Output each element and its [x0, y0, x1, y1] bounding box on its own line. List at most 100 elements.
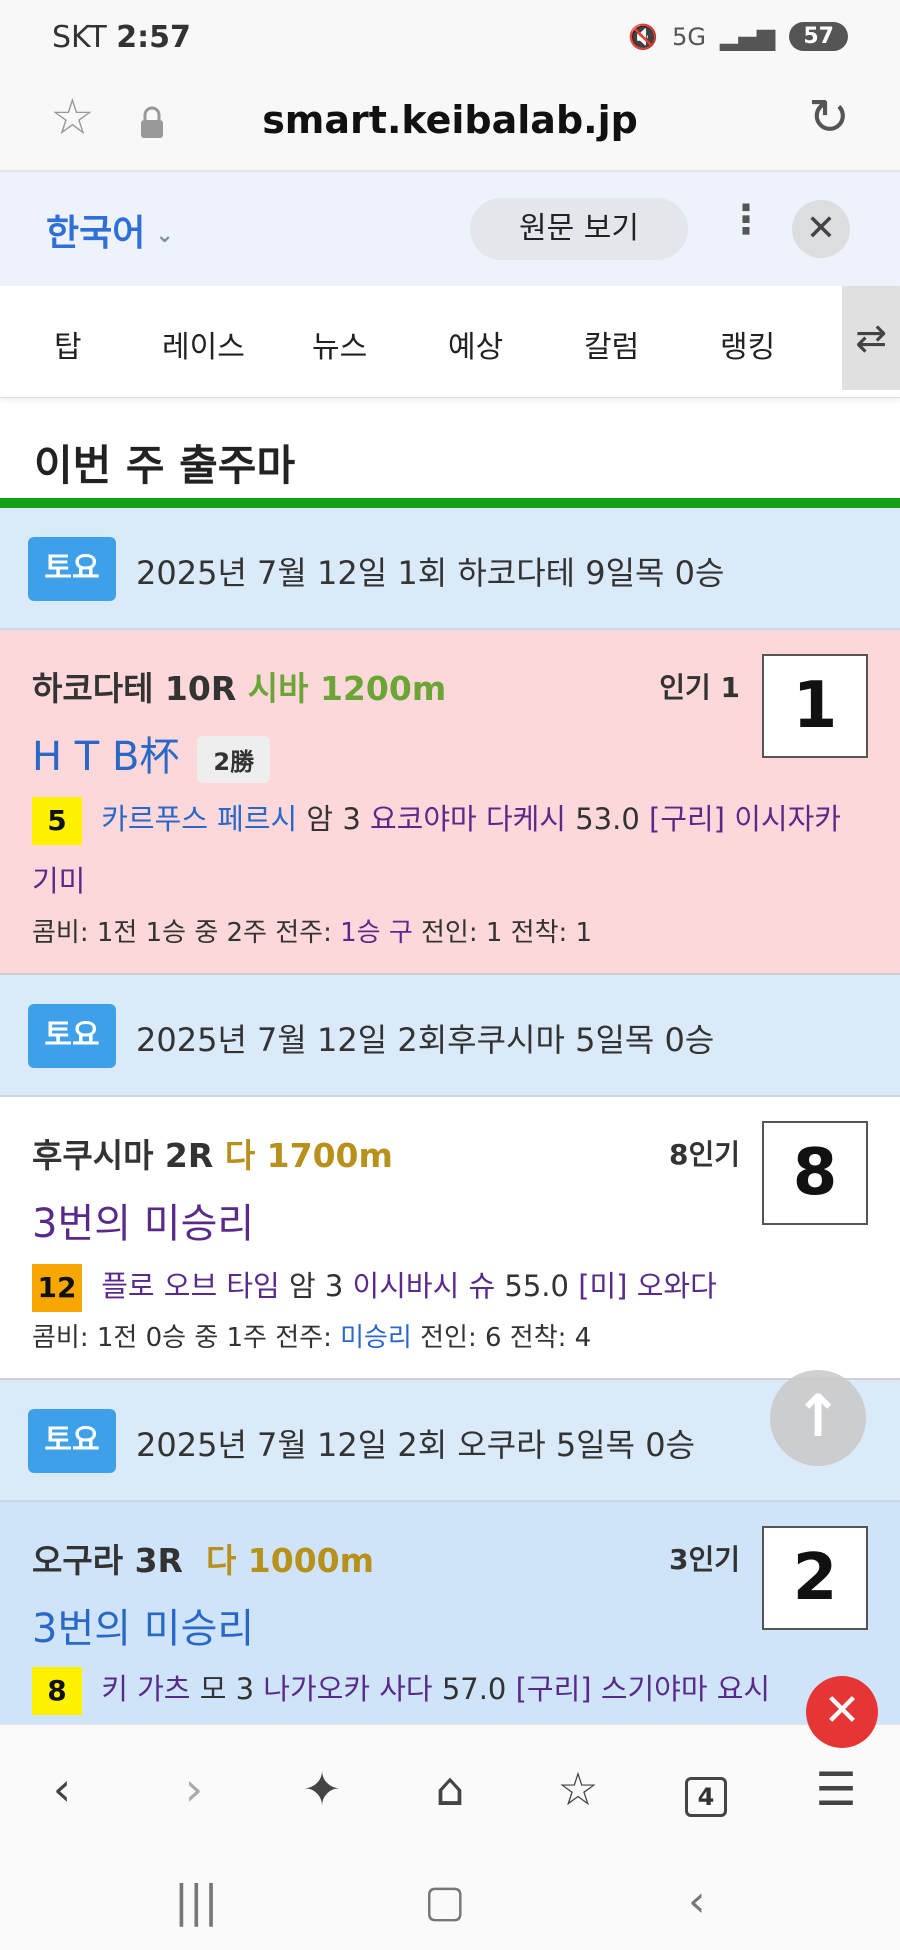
view-original-button[interactable]: 원문 보기	[470, 198, 688, 260]
jockey-name[interactable]: 요코야마 다케시	[370, 802, 566, 836]
battery-indicator: 57	[789, 22, 848, 51]
race-card[interactable]: 오구라 3R 다 1000m 3인기 2 3번의 미승리 8 키 가츠 모 3 …	[0, 1502, 900, 1724]
race-place: 오구라 3R	[32, 1541, 183, 1580]
browser-url-bar: ☆ smart.keibalab.jp ↻	[0, 80, 900, 172]
tab-top[interactable]: 탑	[54, 322, 82, 366]
sex-age: 암 3	[288, 1269, 344, 1303]
jockey-name[interactable]: 나가오카 사다	[263, 1672, 432, 1706]
close-translate-button[interactable]: ✕	[792, 200, 850, 258]
horse-name[interactable]: 플로 오브 타임	[101, 1269, 280, 1303]
tab-race[interactable]: 레이스	[162, 322, 245, 366]
race-place: 후쿠시마 2R	[32, 1136, 214, 1175]
url-text[interactable]: smart.keibalab.jp	[0, 98, 900, 142]
section-title: 이번 주 출주마	[34, 441, 296, 490]
day-text[interactable]: 2025년 7월 12일 2회 오쿠라 5일목 0승	[136, 1420, 695, 1466]
chevron-down-icon: ⌄	[155, 222, 174, 248]
carry-weight: 57.0	[441, 1672, 507, 1706]
carry-weight: 55.0	[504, 1269, 569, 1303]
tabs-count: 4	[685, 1777, 727, 1817]
day-header: 토요 2025년 7월 12일 2회 오쿠라 5일목 0승	[0, 1380, 900, 1502]
day-text[interactable]: 2025년 7월 12일 1회 하코다테 9일목 0승	[136, 548, 724, 594]
status-icons: 🔇 5G ▂▄▆ 57	[628, 22, 848, 51]
sex-age: 암 3	[306, 802, 361, 836]
sparkle-ai-icon[interactable]: ✦	[290, 1757, 354, 1821]
race-course: 다 1700m	[224, 1136, 393, 1175]
trainer-cont[interactable]: 기미	[32, 864, 85, 898]
day-header: 토요 2025년 7월 12일 1회 하코다테 9일목 0승	[0, 508, 900, 630]
day-badge: 토요	[28, 1409, 116, 1473]
swap-arrows-icon[interactable]: ⇄	[842, 286, 900, 390]
translate-bar: 한국어 ⌄ 원문 보기 ⋮ ✕	[0, 172, 900, 286]
race-header: 하코다테 10R 시바 1200m	[32, 662, 446, 710]
race-name[interactable]: H T B杯 2勝	[32, 724, 271, 783]
home-icon[interactable]: ⌂	[418, 1757, 482, 1821]
tab-ranking[interactable]: 랭킹	[720, 322, 775, 366]
entry-line: 12 플로 오브 타임 암 3 이시바시 슈 55.0 [미] 오와다	[32, 1255, 862, 1317]
browser-bottom-bar: ‹ › ✦ ⌂ ☆ 4 ☰	[0, 1724, 900, 1854]
home-button-icon[interactable]: ▢	[424, 1876, 466, 1927]
stable-trainer[interactable]: [구리] 스기야마 요시	[516, 1672, 771, 1706]
day-text[interactable]: 2025년 7월 12일 2회후쿠시마 5일목 0승	[136, 1015, 714, 1061]
race-name[interactable]: 3번의 미승리	[32, 1596, 254, 1654]
stats-post: 전인: 6 전착: 4	[411, 1323, 592, 1353]
mute-icon: 🔇	[628, 22, 659, 51]
more-options-icon[interactable]: ⋮	[726, 200, 766, 240]
reload-icon[interactable]: ↻	[808, 92, 850, 142]
bookmarks-icon[interactable]: ☆	[546, 1757, 610, 1821]
status-time: 2:57	[116, 20, 191, 55]
stats-post: 전인: 1 전착: 1	[412, 918, 593, 948]
horse-number: 8	[32, 1667, 82, 1715]
stats-pre: 콤비: 1전 1승 중 2주 전주:	[32, 918, 341, 948]
horse-number: 5	[32, 797, 82, 845]
status-bar: SKT 2:57 🔇 5G ▂▄▆ 57	[0, 0, 900, 80]
stable-trainer[interactable]: [미] 오와다	[578, 1269, 717, 1303]
race-course: 다 1000m	[205, 1541, 375, 1580]
combo-stats: 콤비: 1전 1승 중 2주 전주: 1승 구 전인: 1 전착: 1	[32, 912, 592, 949]
signal-icon: ▂▄▆	[720, 22, 776, 51]
close-ad-button[interactable]: ✕	[806, 1676, 878, 1748]
entry-line: 5 카르푸스 페르시 암 3 요코야마 다케시 53.0 [구리] 이시자카 기…	[32, 788, 862, 912]
day-badge: 토요	[28, 1004, 116, 1068]
forward-arrow-icon[interactable]: ›	[162, 1757, 226, 1821]
finish-rank: 2	[762, 1526, 868, 1630]
scroll-to-top-button[interactable]: ↑	[770, 1370, 866, 1466]
race-place: 하코다테 10R	[32, 669, 237, 708]
grade-badge: 2勝	[197, 735, 271, 783]
horse-name[interactable]: 카르푸스 페르시	[101, 802, 297, 836]
tab-column[interactable]: 칼럼	[584, 322, 639, 366]
tab-prediction[interactable]: 예상	[448, 322, 503, 366]
back-button-icon[interactable]: ‹	[688, 1876, 706, 1927]
android-nav-bar: ||| ▢ ‹	[0, 1854, 900, 1950]
status-carrier: SKT 2:57	[52, 20, 191, 55]
back-arrow-icon[interactable]: ‹	[30, 1757, 94, 1821]
horse-number: 12	[32, 1264, 82, 1312]
language-selector[interactable]: 한국어 ⌄	[46, 204, 174, 256]
race-card[interactable]: 후쿠시마 2R 다 1700m 8인기 8 3번의 미승리 12 플로 오브 타…	[0, 1097, 900, 1380]
carrier-name: SKT	[52, 20, 107, 55]
race-card[interactable]: 하코다테 10R 시바 1200m 인기 1 1 H T B杯 2勝 5 카르푸스…	[0, 630, 900, 975]
popularity-label: 8인기	[668, 1138, 740, 1171]
combo-stats: 콤비: 1전 0승 중 1주 전주: 미승리 전인: 6 전착: 4	[32, 1317, 591, 1354]
stats-pre: 콤비: 1전 0승 중 1주 전주:	[32, 1323, 341, 1353]
prev-race-link[interactable]: 1승 구	[340, 918, 413, 948]
popularity-label: 인기 1	[659, 671, 740, 704]
finish-rank: 1	[762, 654, 868, 758]
network-5g-icon: 5G	[672, 22, 706, 51]
prev-race-link[interactable]: 미승리	[340, 1323, 412, 1353]
menu-icon[interactable]: ☰	[804, 1757, 868, 1821]
entry-line: 8 키 가츠 모 3 나가오카 사다 57.0 [구리] 스기야마 요시	[32, 1658, 862, 1720]
tab-news[interactable]: 뉴스	[312, 322, 367, 366]
section-divider	[0, 498, 900, 508]
horse-name[interactable]: 키 가츠	[101, 1672, 190, 1706]
race-name[interactable]: 3번의 미승리	[32, 1191, 254, 1249]
recent-apps-icon[interactable]: |||	[174, 1876, 218, 1927]
popularity-label: 3인기	[668, 1543, 740, 1576]
race-name-text: H T B杯	[32, 734, 180, 780]
stable-trainer[interactable]: [구리] 이시자카	[649, 802, 841, 836]
finish-rank: 8	[762, 1121, 868, 1225]
sex-age: 모 3	[199, 1672, 255, 1706]
tabs-icon[interactable]: 4	[674, 1757, 738, 1821]
jockey-name[interactable]: 이시바시 슈	[353, 1269, 496, 1303]
site-nav-tabs: 탑 레이스 뉴스 예상 칼럼 랭킹 ⇄	[0, 286, 900, 398]
day-badge: 토요	[28, 537, 116, 601]
